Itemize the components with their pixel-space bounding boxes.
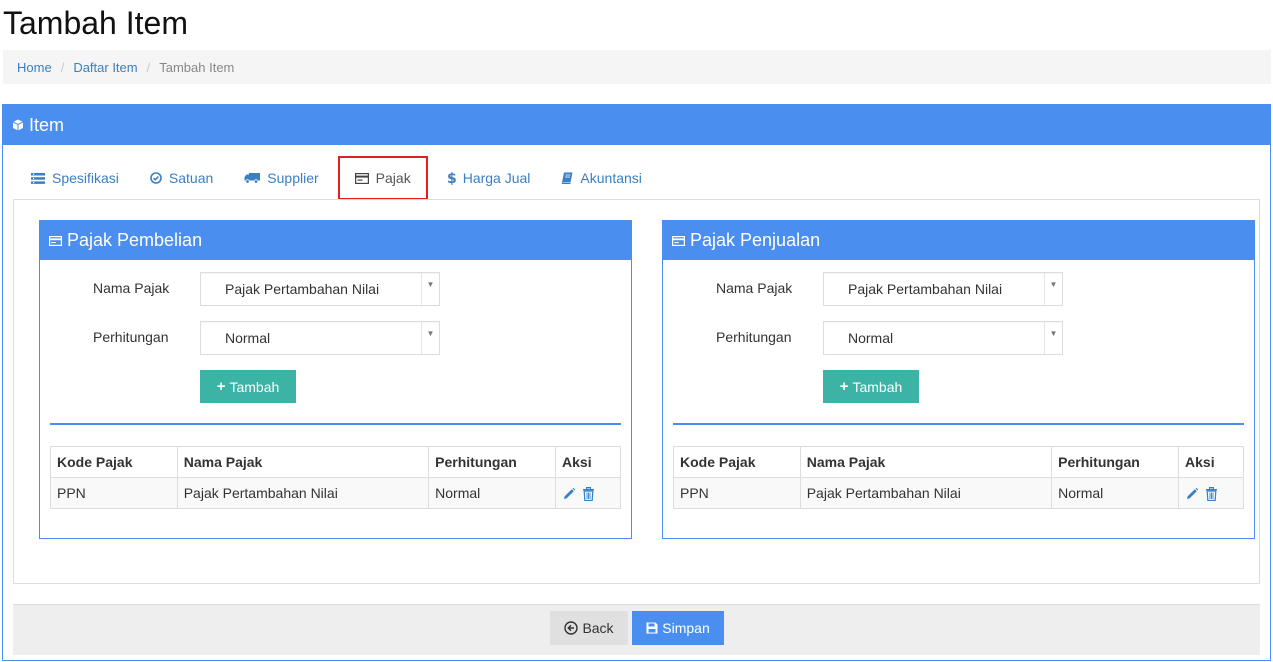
credit-card-icon (49, 235, 62, 246)
arrow-left-circle-icon (564, 621, 579, 635)
breadcrumb-separator: / (146, 59, 151, 75)
svg-text:$: $ (447, 171, 456, 185)
tab-supplier[interactable]: Supplier (232, 155, 330, 201)
tab-label: Harga Jual (462, 170, 531, 186)
tab-akuntansi[interactable]: Akuntansi (549, 155, 653, 201)
chevron-down-icon: ▼ (1044, 322, 1062, 354)
chevron-down-icon: ▼ (421, 322, 439, 354)
plus-icon: + (216, 378, 226, 395)
add-sales-tax-button[interactable]: + Tambah (823, 370, 919, 403)
tab-label: Satuan (168, 170, 214, 186)
breadcrumb-current: Tambah Item (159, 59, 235, 75)
aksi-cell (1178, 477, 1244, 509)
truck-icon (244, 172, 261, 184)
purchase-tax-title: Pajak Pembelian (67, 230, 203, 250)
trash-icon[interactable] (1205, 487, 1218, 502)
purchase-tax-table: Kode Pajak Nama Pajak Perhitungan Aksi P… (50, 446, 621, 509)
purchase-tax-panel: Pajak Pembelian Nama Pajak Pajak Pertamb… (39, 220, 632, 539)
column-header: Perhitungan (1051, 446, 1180, 478)
tab-content-pajak: Pajak Pembelian Nama Pajak Pajak Pertamb… (13, 199, 1260, 584)
tab-label: Pajak (375, 170, 411, 186)
column-header: Aksi (1178, 446, 1244, 478)
chevron-down-icon: ▼ (421, 273, 439, 305)
tab-bar: Spesifikasi Satuan Supplier Pajak $ Harg… (19, 155, 661, 201)
column-header: Nama Pajak (176, 446, 430, 478)
back-button[interactable]: Back (550, 611, 628, 645)
sales-tax-table: Kode Pajak Nama Pajak Perhitungan Aksi P… (673, 446, 1244, 509)
add-purchase-tax-button[interactable]: + Tambah (200, 370, 296, 403)
chevron-down-icon: ▼ (1044, 273, 1062, 305)
perhitungan-cell: Normal (428, 477, 557, 509)
save-button[interactable]: Simpan (632, 611, 724, 645)
nama-pajak-label: Nama Pajak (716, 280, 793, 296)
sales-tax-title: Pajak Penjualan (690, 230, 821, 250)
breadcrumb-home-link[interactable]: Home (17, 60, 52, 75)
back-button-label: Back (582, 620, 614, 636)
nama-pajak-value: Pajak Pertambahan Nilai (225, 281, 380, 297)
perhitungan-label: Perhitungan (716, 329, 792, 345)
nama-pajak-value: Pajak Pertambahan Nilai (848, 281, 1003, 297)
plus-icon: + (839, 378, 849, 395)
tab-label: Supplier (267, 170, 319, 186)
nama-pajak-label: Nama Pajak (93, 280, 170, 296)
add-button-label: Tambah (229, 378, 280, 395)
column-header: Kode Pajak (673, 446, 801, 478)
breadcrumb: Home / Daftar Item / Tambah Item (3, 50, 1271, 84)
floppy-disk-icon (646, 622, 658, 634)
perhitungan-label: Perhitungan (93, 329, 169, 345)
trash-icon[interactable] (582, 487, 595, 502)
list-icon (31, 172, 45, 184)
tab-satuan[interactable]: Satuan (138, 155, 225, 201)
tab-harga-jual[interactable]: $ Harga Jual (435, 155, 543, 201)
nama-cell: Pajak Pertambahan Nilai (799, 477, 1053, 509)
divider (50, 423, 621, 425)
aksi-cell (555, 477, 621, 509)
perhitungan-value: Normal (225, 330, 271, 346)
tab-spesifikasi[interactable]: Spesifikasi (19, 155, 131, 201)
column-header: Kode Pajak (50, 446, 178, 478)
tab-pajak[interactable]: Pajak (337, 156, 428, 200)
nama-pajak-select[interactable]: Pajak Pertambahan Nilai ▼ (823, 272, 1063, 306)
cube-icon (12, 119, 24, 131)
perhitungan-select[interactable]: Normal ▼ (200, 321, 440, 355)
tab-label: Spesifikasi (52, 170, 119, 186)
purchase-tax-heading: Pajak Pembelian (40, 221, 631, 260)
breadcrumb-list-link[interactable]: Daftar Item (73, 60, 137, 75)
pencil-icon[interactable] (562, 487, 576, 501)
table-row: PPN Pajak Pertambahan Nilai Normal (673, 477, 1244, 509)
dollar-icon: $ (447, 171, 456, 185)
sales-tax-heading: Pajak Penjualan (663, 221, 1254, 260)
table-row: PPN Pajak Pertambahan Nilai Normal (50, 477, 621, 509)
table-header-row: Kode Pajak Nama Pajak Perhitungan Aksi (50, 446, 621, 478)
credit-card-icon (672, 235, 685, 246)
nama-cell: Pajak Pertambahan Nilai (176, 477, 430, 509)
item-panel-heading: Item (3, 105, 1270, 145)
tab-label: Akuntansi (580, 170, 642, 186)
form-footer: Back Simpan (13, 604, 1260, 655)
kode-cell: PPN (50, 477, 178, 509)
credit-card-icon (354, 172, 369, 184)
perhitungan-cell: Normal (1051, 477, 1180, 509)
column-header: Nama Pajak (799, 446, 1053, 478)
item-panel-title: Item (29, 114, 65, 135)
perhitungan-value: Normal (848, 330, 894, 346)
perhitungan-select[interactable]: Normal ▼ (823, 321, 1063, 355)
pencil-icon[interactable] (1185, 487, 1199, 501)
save-button-label: Simpan (662, 620, 710, 636)
book-icon (561, 172, 573, 184)
kode-cell: PPN (673, 477, 801, 509)
nama-pajak-select[interactable]: Pajak Pertambahan Nilai ▼ (200, 272, 440, 306)
sales-tax-panel: Pajak Penjualan Nama Pajak Pajak Pertamb… (662, 220, 1255, 539)
breadcrumb-separator: / (60, 59, 65, 75)
item-panel: Item Spesifikasi Satuan Supplier Pajak $… (2, 104, 1271, 661)
check-circle-icon (150, 172, 162, 184)
table-header-row: Kode Pajak Nama Pajak Perhitungan Aksi (673, 446, 1244, 478)
column-header: Aksi (555, 446, 621, 478)
add-button-label: Tambah (852, 378, 903, 395)
column-header: Perhitungan (428, 446, 557, 478)
page-title: Tambah Item (3, 5, 188, 41)
divider (673, 423, 1244, 425)
